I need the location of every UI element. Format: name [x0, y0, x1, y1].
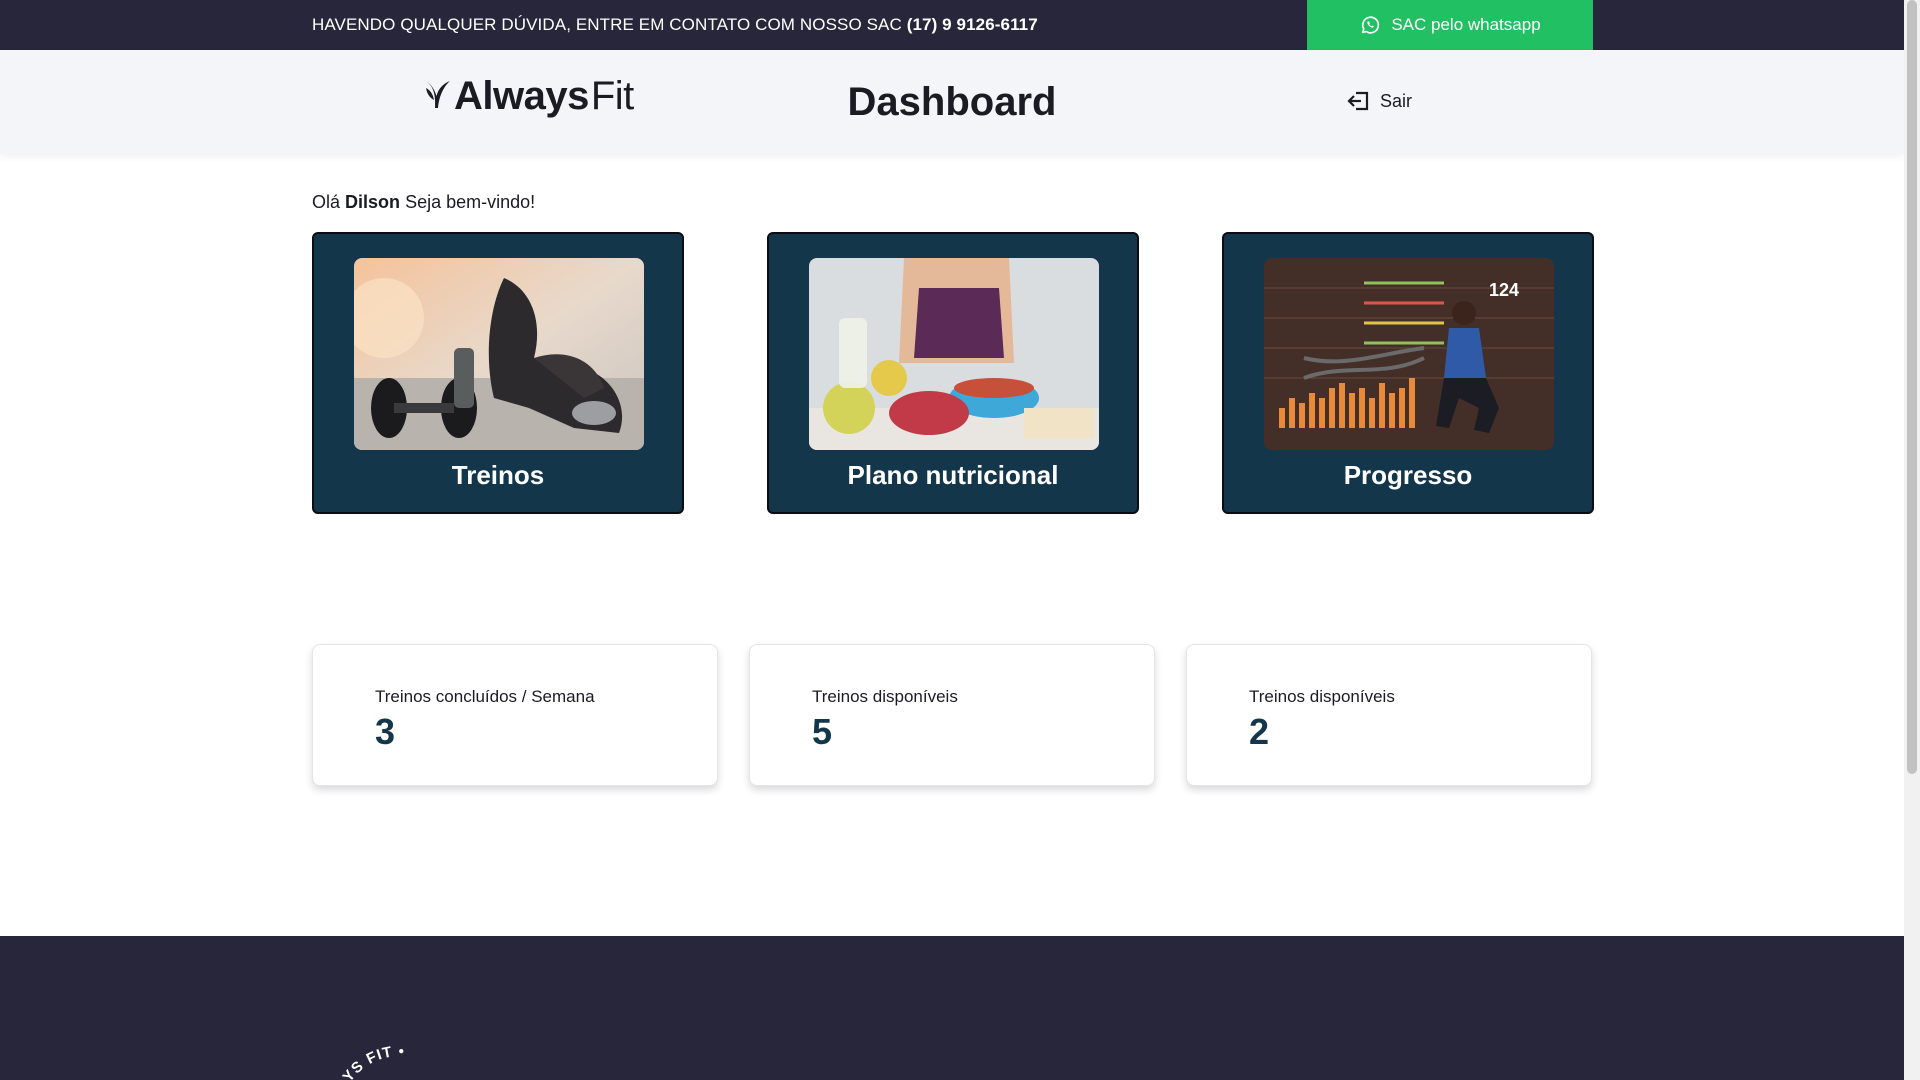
stat-value: 2 [1249, 711, 1270, 752]
logout-icon [1347, 91, 1369, 111]
whatsapp-sac-label: SAC pelo whatsapp [1391, 15, 1541, 34]
stat-label: Treinos concluídos / Semana [375, 687, 595, 706]
logout-button[interactable]: Sair [1346, 88, 1412, 114]
greeting-suffix: Seja bem-vindo! [405, 192, 536, 212]
user-name: Dilson [345, 192, 401, 212]
progress-battle-ropes-photo: 124 [1264, 258, 1554, 450]
page-scrollbar[interactable] [1904, 0, 1920, 1080]
stat-value: 3 [375, 711, 396, 752]
stat-card-weekly-completed: Treinos concluídos / Semana 3 [312, 644, 718, 786]
card-plano-nutricional-label: Plano nutricional [847, 460, 1059, 490]
top-contact-bar: HAVENDO QUALQUER DÚVIDA, ENTRE EM CONTAT… [0, 0, 1904, 50]
card-progresso-label: Progresso [1343, 460, 1473, 490]
page-title-wrapper: Dashboard [0, 80, 1904, 125]
page-footer: WAYS FIT • [0, 936, 1904, 1080]
progress-overlay-number: 124 [1489, 280, 1519, 300]
stat-value: 5 [812, 711, 833, 752]
logout-label: Sair [1380, 90, 1413, 111]
scrollbar-thumb[interactable] [1907, 0, 1917, 774]
stat-label: Treinos disponíveis [812, 687, 958, 706]
footer-seal-text: WAYS FIT • [330, 1046, 404, 1080]
workout-dumbbells-photo [354, 258, 644, 450]
feature-cards: Treinos Plano nutricional 124 Progresso [312, 232, 1594, 514]
card-progresso[interactable]: 124 Progresso [1222, 232, 1594, 514]
footer-seal-logo: WAYS FIT • [330, 1046, 405, 1080]
stat-label: Treinos disponíveis [1249, 687, 1395, 706]
svg-text:WAYS FIT •: WAYS FIT • [330, 1046, 405, 1080]
card-plano-nutricional[interactable]: Plano nutricional [767, 232, 1139, 514]
stat-card-available-2: Treinos disponíveis 2 [1186, 644, 1592, 786]
welcome-greeting: Olá Dilson Seja bem-vindo! [312, 192, 535, 213]
whatsapp-icon [1362, 16, 1380, 34]
greeting-prefix: Olá [312, 192, 341, 212]
whatsapp-sac-button[interactable]: SAC pelo whatsapp [1307, 0, 1593, 50]
stat-card-available: Treinos disponíveis 5 [749, 644, 1155, 786]
sac-contact-text: HAVENDO QUALQUER DÚVIDA, ENTRE EM CONTAT… [312, 0, 1038, 50]
main-header: Always Fit Dashboard Sair [0, 50, 1904, 154]
card-treinos-label: Treinos [451, 460, 545, 490]
sac-phone-number[interactable]: (17) 9 9126-6117 [907, 15, 1038, 34]
sac-contact-prefix: HAVENDO QUALQUER DÚVIDA, ENTRE EM CONTAT… [312, 15, 902, 34]
stats-row: Treinos concluídos / Semana 3 Treinos di… [312, 644, 1594, 786]
card-treinos[interactable]: Treinos [312, 232, 684, 514]
nutrition-fruits-photo [809, 258, 1099, 450]
page-title: Dashboard [847, 80, 1057, 124]
